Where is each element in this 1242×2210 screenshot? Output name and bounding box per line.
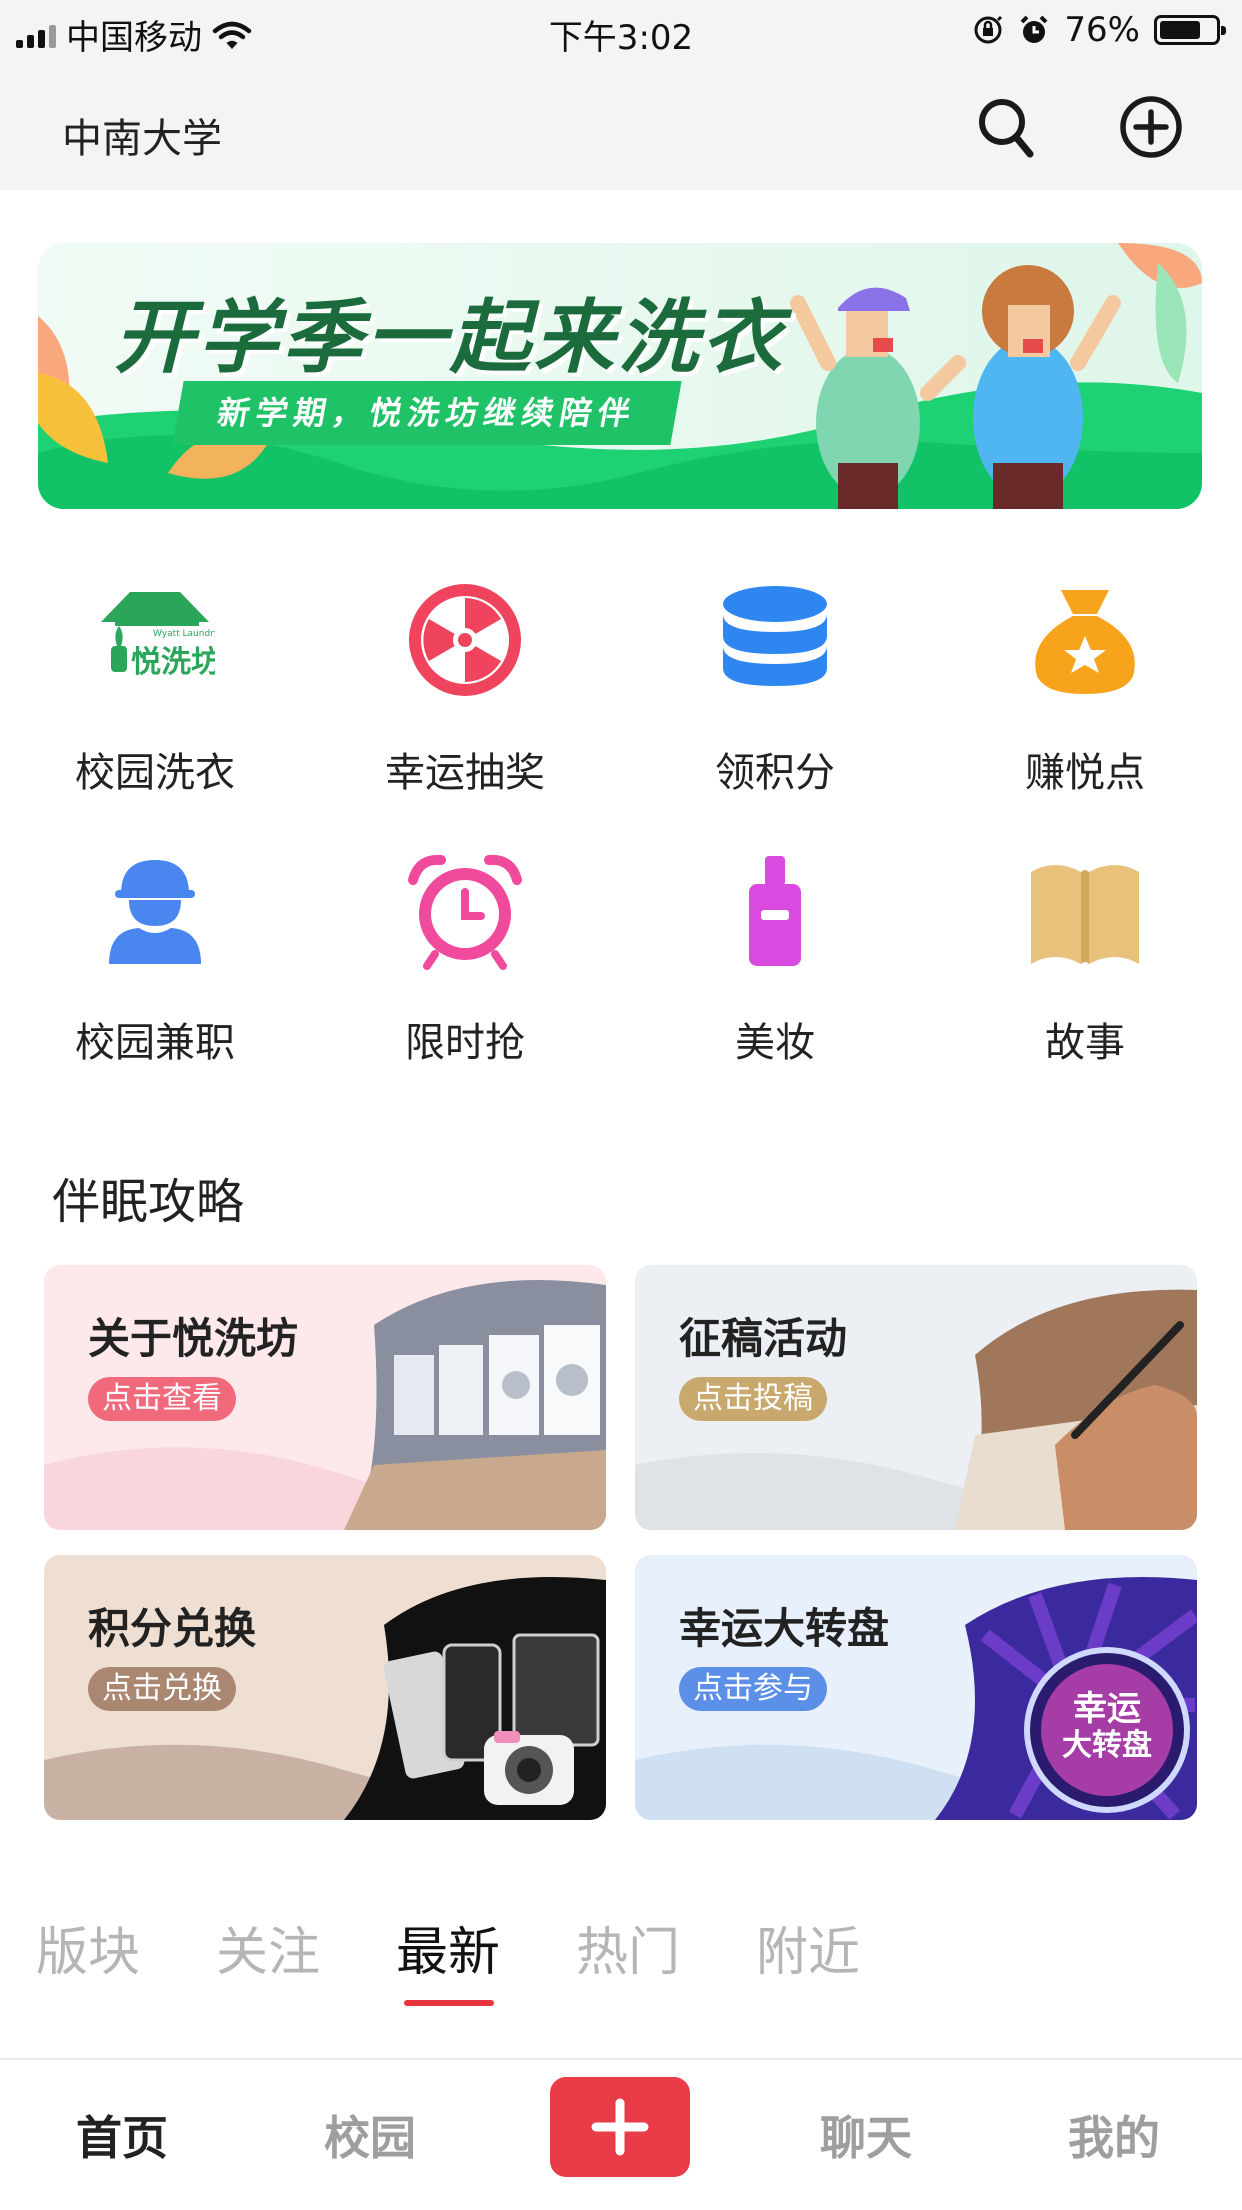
active-tab-indicator: [404, 2000, 494, 2006]
banner-subtitle: 新学期，悦洗坊继续陪伴: [172, 381, 682, 445]
nav-chat[interactable]: 聊天: [820, 2102, 912, 2168]
service-flash-sale[interactable]: 限时抢: [310, 850, 620, 1070]
service-label: 故事: [1045, 1020, 1125, 1066]
join-button[interactable]: 点击参与: [679, 1667, 827, 1711]
card-title: 积分兑换: [88, 1604, 257, 1653]
search-icon[interactable]: [972, 92, 1042, 162]
status-bar: 中国移动 下午3:02 76%: [0, 0, 1242, 62]
service-label: 领积分: [715, 750, 835, 796]
banner-title: 开学季一起来洗衣: [114, 291, 786, 384]
guide-card-about[interactable]: 关于悦洗坊 点击查看: [44, 1265, 606, 1530]
nav-home[interactable]: 首页: [76, 2102, 168, 2168]
wheel-badge-line2: 大转盘: [1062, 1728, 1152, 1763]
service-earn-yuedian[interactable]: 赚悦点: [930, 580, 1240, 800]
wheel-badge-line1: 幸运: [1073, 1689, 1141, 1729]
tab-following[interactable]: 关注: [216, 1910, 320, 1985]
coin-stack-icon: [723, 586, 827, 686]
nav-mine[interactable]: 我的: [1068, 2102, 1160, 2168]
money-bag-icon: [1035, 590, 1135, 694]
laundry-logo-sub: Wyatt Laundry: [153, 629, 215, 639]
card-title: 关于悦洗坊: [88, 1314, 299, 1363]
service-label: 幸运抽奖: [385, 750, 545, 796]
tab-hot[interactable]: 热门: [576, 1910, 680, 1985]
service-beauty[interactable]: 美妆: [620, 850, 930, 1070]
plus-icon: [591, 2098, 649, 2156]
guide-card-lucky-wheel[interactable]: 幸运 大转盘 幸运大转盘 点击参与: [635, 1555, 1197, 1820]
service-campus-laundry[interactable]: 悦洗坊 Wyatt Laundry 校园洗衣: [0, 580, 310, 800]
lucky-wheel-icon: [409, 584, 521, 696]
battery-icon: [1154, 15, 1226, 45]
laundry-house-icon: 悦洗坊 Wyatt Laundry: [101, 592, 215, 680]
card-title: 幸运大转盘: [679, 1604, 890, 1653]
service-label: 赚悦点: [1025, 750, 1145, 796]
school-selector[interactable]: 中南大学: [62, 106, 222, 164]
service-earn-points[interactable]: 领积分: [620, 580, 930, 800]
status-right: 76%: [972, 10, 1226, 50]
create-post-button[interactable]: [550, 2077, 690, 2177]
guide-section-title: 伴眠攻略: [52, 1174, 245, 1230]
laundry-logo-text: 悦洗坊: [131, 645, 215, 680]
exchange-button[interactable]: 点击兑换: [88, 1667, 236, 1711]
alarm-icon: [1021, 15, 1048, 43]
tab-sections[interactable]: 版块: [36, 1910, 140, 1985]
worker-icon: [109, 860, 201, 964]
service-label: 校园洗衣: [75, 750, 235, 796]
promo-banner[interactable]: 开学季一起来洗衣 新学期，悦洗坊继续陪伴: [38, 243, 1202, 509]
feed-tabs: 版块 关注 最新 热门 附近: [0, 1900, 1242, 2030]
card-title: 征稿活动: [679, 1314, 848, 1363]
tab-latest[interactable]: 最新: [396, 1910, 500, 1985]
service-label: 美妆: [735, 1020, 815, 1066]
service-stories[interactable]: 故事: [930, 850, 1240, 1070]
submit-button[interactable]: 点击投稿: [679, 1377, 827, 1421]
guide-card-submission[interactable]: 征稿活动 点击投稿: [635, 1265, 1197, 1530]
service-label: 限时抢: [405, 1020, 525, 1066]
tab-nearby[interactable]: 附近: [756, 1910, 860, 1985]
nav-campus[interactable]: 校园: [324, 2102, 416, 2168]
guide-card-points-exchange[interactable]: 积分兑换 点击兑换: [44, 1555, 606, 1820]
add-circle-icon[interactable]: [1116, 92, 1186, 162]
battery-percent: 76%: [1064, 10, 1140, 50]
top-nav-bar: 中南大学: [0, 62, 1242, 190]
bottom-nav-bar: 首页 校园 聊天 我的: [0, 2058, 1242, 2210]
service-part-time-job[interactable]: 校园兼职: [0, 850, 310, 1070]
orientation-lock-icon: [974, 15, 1003, 44]
view-button[interactable]: 点击查看: [88, 1377, 236, 1421]
cosmetic-bottle-icon: [749, 856, 801, 966]
book-icon: [1031, 865, 1139, 964]
service-lucky-draw[interactable]: 幸运抽奖: [310, 580, 620, 800]
alarm-clock-icon: [408, 854, 522, 970]
service-label: 校园兼职: [75, 1020, 235, 1066]
